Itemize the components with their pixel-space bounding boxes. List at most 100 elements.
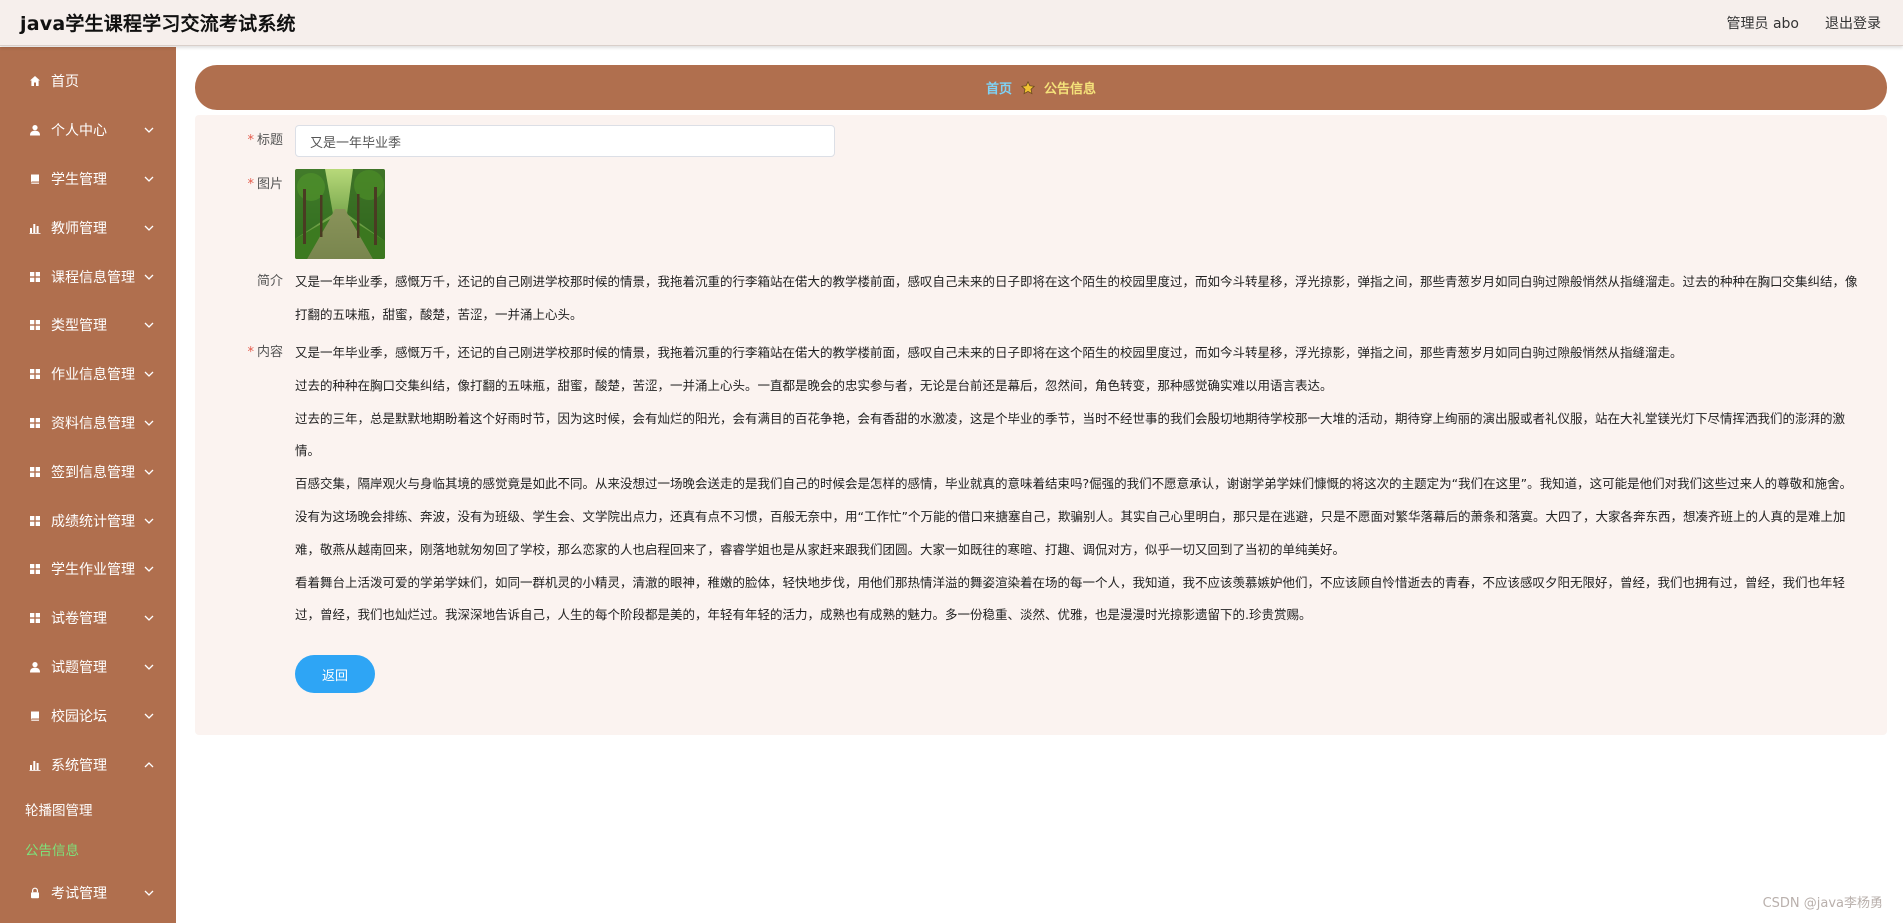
content-paragraph: 百感交集，隔岸观火与身临其境的感觉竟是如此不同。从来没想过一场晚会送走的是我们自… bbox=[295, 476, 1853, 492]
sidebar-item-label: 资料信息管理 bbox=[51, 415, 135, 432]
chevron-down-icon bbox=[144, 369, 154, 379]
sidebar-item-system-management[interactable]: 系统管理 bbox=[0, 740, 176, 789]
sidebar-item-label: 成绩统计管理 bbox=[51, 513, 135, 530]
sidebar-item-score-stats-management[interactable]: 成绩统计管理 bbox=[0, 496, 176, 545]
summary-label: 简介 bbox=[195, 266, 295, 332]
sidebar-subitem-label: 公告信息 bbox=[25, 842, 79, 859]
sidebar-item-question-management[interactable]: 试题管理 bbox=[0, 643, 176, 692]
sidebar-item-type-management[interactable]: 类型管理 bbox=[0, 301, 176, 350]
grid-icon bbox=[28, 318, 42, 332]
grid-icon bbox=[28, 562, 42, 576]
book-icon bbox=[28, 709, 42, 723]
top-right-actions: 管理员 abo 退出登录 bbox=[1727, 13, 1881, 33]
chevron-up-icon bbox=[144, 760, 154, 770]
required-marker: * bbox=[247, 345, 254, 360]
sidebar-subitem-announcement[interactable]: 公告信息 bbox=[0, 829, 176, 869]
title-row: * 标题 bbox=[195, 125, 835, 157]
content-label-text: 内容 bbox=[256, 345, 283, 360]
chevron-down-icon bbox=[144, 125, 154, 135]
sidebar-item-label: 个人中心 bbox=[51, 123, 107, 140]
sidebar-item-exam-management[interactable]: 考试管理 bbox=[0, 869, 176, 918]
sidebar-item-label: 首页 bbox=[51, 74, 79, 91]
sidebar-item-label: 考试管理 bbox=[51, 886, 107, 903]
star-icon bbox=[1021, 80, 1035, 95]
sidebar-item-label: 学生作业管理 bbox=[51, 562, 135, 579]
logout-link[interactable]: 退出登录 bbox=[1825, 13, 1881, 33]
image-label: * 图片 bbox=[195, 169, 295, 259]
content-paragraph: 过去的三年，总是默默地期盼着这个好雨时节，因为这时候，会有灿烂的阳光，会有满目的… bbox=[295, 410, 1846, 459]
sidebar-item-label: 作业信息管理 bbox=[51, 367, 135, 384]
detail-form: *标题 *图片 bbox=[195, 115, 1887, 735]
actions-row: 返回 bbox=[295, 655, 375, 693]
sidebar-item-teacher-management[interactable]: 教师管理 bbox=[0, 203, 176, 252]
sidebar-item-label: 试卷管理 bbox=[51, 611, 107, 628]
sidebar-item-label: 学生管理 bbox=[51, 171, 107, 188]
summary-row: 简介 又是一年毕业季，感慨万千，还记的自己刚进学校那时候的情景，我拖着沉重的行李… bbox=[195, 266, 1865, 332]
sidebar-item-label: 系统管理 bbox=[51, 757, 107, 774]
image-row: * 图片 bbox=[195, 169, 385, 259]
chevron-down-icon bbox=[144, 418, 154, 428]
title-label-text: 标题 bbox=[256, 133, 283, 148]
sidebar-item-personal-center[interactable]: 个人中心 bbox=[0, 106, 176, 155]
user-icon bbox=[28, 123, 42, 137]
sidebar-item-student-homework-management[interactable]: 学生作业管理 bbox=[0, 545, 176, 594]
sidebar-item-exam-paper-management[interactable]: 试卷管理 bbox=[0, 594, 176, 643]
chevron-down-icon bbox=[144, 711, 154, 721]
content-paragraph: 看着舞台上活泼可爱的学弟学妹们，如同一群机灵的小精灵，清澈的眼神，稚嫩的脸体，轻… bbox=[295, 574, 1846, 623]
content-text: 又是一年毕业季，感慨万千，还记的自己刚进学校那时候的情景，我拖着沉重的行李箱站在… bbox=[295, 337, 1865, 632]
breadcrumb-current: 公告信息 bbox=[1044, 82, 1097, 97]
chart-icon bbox=[28, 758, 42, 772]
watermark: CSDN @java李杨勇 bbox=[1762, 896, 1883, 911]
chevron-down-icon bbox=[144, 174, 154, 184]
chevron-down-icon bbox=[144, 320, 154, 330]
sidebar-menu: 首页 个人中心 学生管理 教师管理 课程信息管理 类型管理 作业信息管理 资料信… bbox=[0, 47, 176, 918]
sidebar-item-material-info-management[interactable]: 资料信息管理 bbox=[0, 399, 176, 448]
chevron-down-icon bbox=[144, 467, 154, 477]
grid-icon bbox=[28, 465, 42, 479]
content-paragraph: 没有为这场晚会排练、奔波，没有为班级、学生会、文学院出点力，还真有点不习惯，百般… bbox=[295, 508, 1846, 557]
title-label: * 标题 bbox=[195, 125, 295, 157]
chart-icon bbox=[28, 221, 42, 235]
breadcrumb-home-link[interactable]: 首页 bbox=[986, 78, 1012, 97]
book-icon bbox=[28, 172, 42, 186]
image-label-text: 图片 bbox=[256, 177, 283, 192]
sidebar-item-course-info-management[interactable]: 课程信息管理 bbox=[0, 252, 176, 301]
content-row: * 内容 又是一年毕业季，感慨万千，还记的自己刚进学校那时候的情景，我拖着沉重的行… bbox=[195, 337, 1865, 632]
announcement-image[interactable] bbox=[295, 169, 385, 259]
user-icon bbox=[28, 660, 42, 674]
content-paragraph: 过去的种种在胸口交集纠结，像打翻的五味瓶，甜蜜，酸楚，苦涩，一并涌上心头。一直都… bbox=[295, 377, 1333, 393]
chevron-down-icon bbox=[144, 223, 154, 233]
top-bar: java学生课程学习交流考试系统 管理员 abo 退出登录 bbox=[0, 0, 1903, 46]
grid-icon bbox=[28, 367, 42, 381]
required-marker: * bbox=[247, 133, 254, 148]
sidebar-item-label: 签到信息管理 bbox=[51, 464, 135, 481]
sidebar-item-label: 试题管理 bbox=[51, 659, 107, 676]
summary-label-text: 简介 bbox=[256, 274, 283, 289]
sidebar-item-signin-info-management[interactable]: 签到信息管理 bbox=[0, 447, 176, 496]
chevron-down-icon bbox=[144, 888, 154, 898]
main-content: 首页 公告信息 *标题 *图片 bbox=[176, 47, 1903, 923]
chevron-down-icon bbox=[144, 272, 154, 282]
sidebar-item-campus-forum[interactable]: 校园论坛 bbox=[0, 691, 176, 740]
summary-text: 又是一年毕业季，感慨万千，还记的自己刚进学校那时候的情景，我拖着沉重的行李箱站在… bbox=[295, 274, 1858, 322]
sidebar-item-label: 类型管理 bbox=[51, 318, 107, 335]
title-input[interactable] bbox=[295, 125, 835, 157]
content-label: * 内容 bbox=[195, 337, 295, 632]
lock-icon bbox=[28, 886, 42, 900]
chevron-down-icon bbox=[144, 662, 154, 672]
grid-icon bbox=[28, 611, 42, 625]
sidebar-item-label: 校园论坛 bbox=[51, 708, 107, 725]
grid-icon bbox=[28, 270, 42, 284]
sidebar-item-student-management[interactable]: 学生管理 bbox=[0, 155, 176, 204]
sidebar-subitem-carousel-management[interactable]: 轮播图管理 bbox=[0, 789, 176, 829]
back-button[interactable]: 返回 bbox=[295, 655, 375, 693]
sidebar-item-home[interactable]: 首页 bbox=[0, 57, 176, 106]
breadcrumb: 首页 公告信息 bbox=[195, 65, 1887, 110]
chevron-down-icon bbox=[144, 516, 154, 526]
grid-icon bbox=[28, 514, 42, 528]
user-label: 管理员 abo bbox=[1726, 15, 1799, 32]
sidebar-item-homework-info-management[interactable]: 作业信息管理 bbox=[0, 350, 176, 399]
sidebar-item-label: 课程信息管理 bbox=[51, 269, 135, 286]
sidebar: 首页 个人中心 学生管理 教师管理 课程信息管理 类型管理 作业信息管理 资料信… bbox=[0, 47, 176, 923]
grid-icon bbox=[28, 416, 42, 430]
